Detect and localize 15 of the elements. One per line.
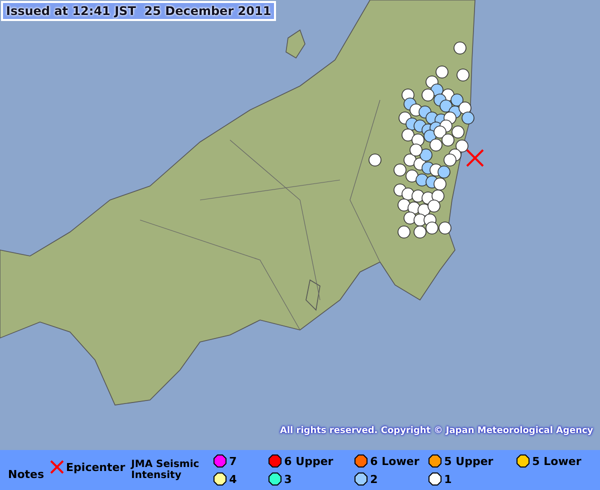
copyright-text: All rights reserved. Copyright © Japan Meteorological Agency (280, 426, 594, 436)
intensity-label: 1 (444, 472, 452, 486)
intensity-label: 6 Upper (284, 454, 334, 468)
intensity-label: 4 (229, 472, 237, 486)
scale-title: JMA Seismic Intensity (131, 459, 200, 481)
intensity-label: 6 Lower (370, 454, 420, 468)
intensity-label: 5 Upper (444, 454, 494, 468)
issued-time-label: Issued at 12:41 JST 25 December 2011 (1, 1, 276, 21)
intensity-label: 3 (284, 472, 292, 486)
notes-label: Notes (8, 468, 44, 480)
intensity-label: 5 Lower (532, 454, 582, 468)
intensity-label: 7 (229, 454, 237, 468)
cross-icon (50, 460, 64, 474)
intensity-label: 2 (370, 472, 378, 486)
epicenter-label: Epicenter (66, 460, 126, 474)
